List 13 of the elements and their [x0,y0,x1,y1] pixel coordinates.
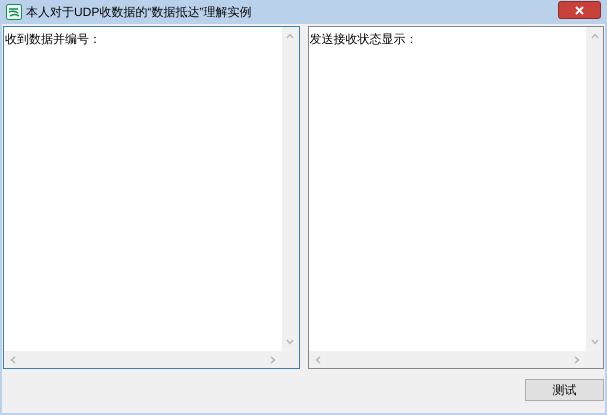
text-content: 发送接收状态显示： [310,32,418,46]
test-button[interactable]: 测试 [525,379,604,401]
horizontal-scrollbar[interactable] [308,351,586,368]
text-area[interactable]: 发送接收状态显示： [308,26,604,369]
close-icon [575,6,584,14]
vertical-scrollbar[interactable] [282,27,298,351]
window-title: 本人对于UDP收数据的“数据抵达”理解实例 [26,4,252,21]
vertical-scrollbar[interactable] [586,27,603,351]
horizontal-scrollbar[interactable] [4,351,282,368]
app-icon [6,4,22,20]
close-button[interactable] [558,1,601,19]
text-area[interactable]: 收到数据并编号： [3,26,300,369]
text-content: 收到数据并编号： [5,32,101,46]
